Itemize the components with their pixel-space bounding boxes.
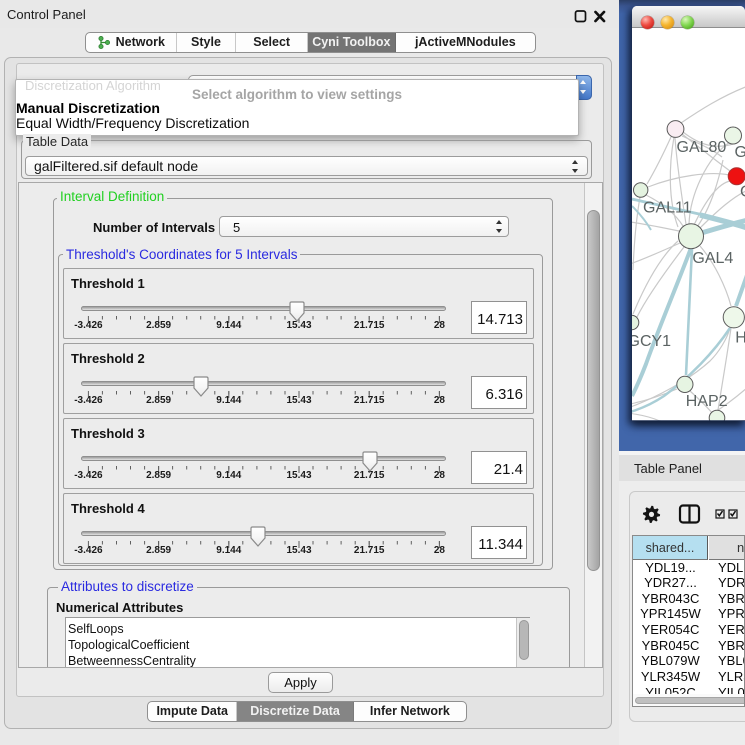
svg-text:C: C <box>740 183 745 200</box>
svg-text:GCY1: GCY1 <box>632 333 671 350</box>
svg-text:GA: GA <box>735 144 745 161</box>
svg-text:GAL11: GAL11 <box>643 199 692 216</box>
svg-text:HAP2: HAP2 <box>686 393 728 410</box>
svg-text:GAL4: GAL4 <box>692 250 733 267</box>
svg-text:H: H <box>735 330 745 347</box>
svg-text:GAL80: GAL80 <box>677 139 727 156</box>
